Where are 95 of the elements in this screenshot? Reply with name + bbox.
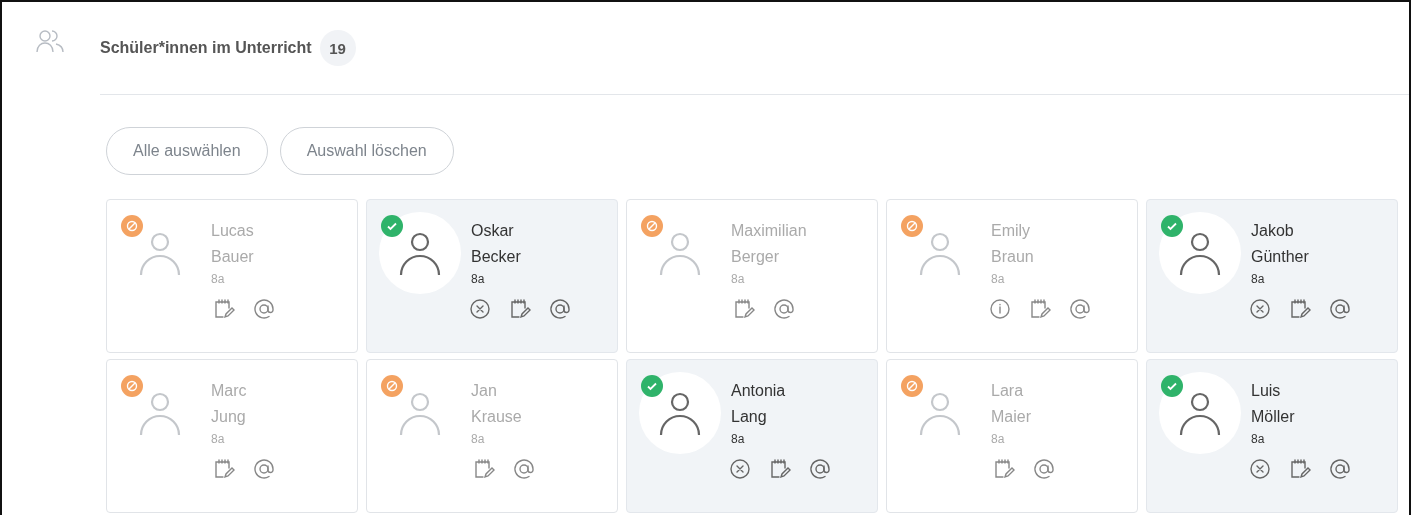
info-icon bbox=[988, 297, 1012, 321]
notepad-pencil-icon bbox=[768, 457, 792, 481]
section-title: Schüler*innen im Unterricht bbox=[100, 39, 312, 57]
class-label: 8a bbox=[1251, 271, 1266, 288]
at-sign-icon bbox=[512, 457, 536, 481]
class-label: 8a bbox=[471, 431, 486, 448]
close-circle-icon bbox=[468, 297, 492, 321]
check-badge-icon bbox=[1161, 215, 1183, 237]
at-sign-button[interactable] bbox=[771, 296, 797, 322]
class-label: 8a bbox=[731, 271, 746, 288]
student-card[interactable]: Lucas Bauer 8a bbox=[106, 199, 358, 353]
notepad-pencil-icon bbox=[508, 297, 532, 321]
at-sign-icon bbox=[772, 297, 796, 321]
at-sign-button[interactable] bbox=[511, 456, 537, 482]
student-first-name: Oskar bbox=[471, 221, 515, 241]
blocked-badge-icon bbox=[901, 215, 923, 237]
student-card[interactable]: Antonia Lang 8a bbox=[626, 359, 878, 513]
info-button[interactable] bbox=[987, 296, 1013, 322]
class-label: 8a bbox=[991, 431, 1006, 448]
class-label: 8a bbox=[211, 271, 226, 288]
class-label: 8a bbox=[471, 271, 486, 288]
student-last-name: Bauer bbox=[211, 247, 255, 267]
notepad-pencil-icon bbox=[992, 457, 1016, 481]
student-card[interactable]: Lara Maier 8a bbox=[886, 359, 1138, 513]
at-sign-button[interactable] bbox=[1327, 296, 1353, 322]
notepad-pencil-icon bbox=[1288, 297, 1312, 321]
blocked-badge-icon bbox=[381, 375, 403, 397]
class-label: 8a bbox=[211, 431, 226, 448]
student-last-name: Günther bbox=[1251, 247, 1310, 267]
student-card[interactable]: Jan Krause 8a bbox=[366, 359, 618, 513]
count-badge: 19 bbox=[319, 30, 356, 66]
close-circle-icon bbox=[1248, 457, 1272, 481]
blocked-badge-icon bbox=[121, 375, 143, 397]
at-sign-button[interactable] bbox=[251, 456, 277, 482]
student-last-name: Krause bbox=[471, 407, 523, 427]
class-label: 8a bbox=[1251, 431, 1266, 448]
student-last-name: Lang bbox=[731, 407, 768, 427]
notepad-pencil-icon bbox=[212, 297, 236, 321]
at-sign-button[interactable] bbox=[1031, 456, 1057, 482]
people-icon bbox=[36, 28, 64, 54]
student-last-name: Becker bbox=[471, 247, 522, 267]
check-badge-icon bbox=[381, 215, 403, 237]
close-circle-icon bbox=[1248, 297, 1272, 321]
student-card[interactable]: Oskar Becker 8a bbox=[366, 199, 618, 353]
at-sign-button[interactable] bbox=[547, 296, 573, 322]
close-circle-button[interactable] bbox=[1247, 456, 1273, 482]
student-first-name: Luis bbox=[1251, 381, 1282, 401]
clear-selection-button[interactable]: Auswahl löschen bbox=[279, 127, 454, 175]
check-badge-icon bbox=[641, 375, 663, 397]
at-sign-button[interactable] bbox=[1327, 456, 1353, 482]
student-first-name: Jakob bbox=[1251, 221, 1295, 241]
notepad-pencil-icon bbox=[732, 297, 756, 321]
student-last-name: Braun bbox=[991, 247, 1035, 267]
blocked-badge-icon bbox=[121, 215, 143, 237]
check-badge-icon bbox=[1161, 375, 1183, 397]
blocked-badge-icon bbox=[641, 215, 663, 237]
student-first-name: Lara bbox=[991, 381, 1025, 401]
close-circle-button[interactable] bbox=[467, 296, 493, 322]
student-card[interactable]: Marc Jung 8a bbox=[106, 359, 358, 513]
blocked-badge-icon bbox=[901, 375, 923, 397]
student-last-name: Möller bbox=[1251, 407, 1296, 427]
student-first-name: Maximilian bbox=[731, 221, 807, 241]
notepad-pencil-icon bbox=[472, 457, 496, 481]
at-sign-icon bbox=[1328, 457, 1352, 481]
at-sign-icon bbox=[548, 297, 572, 321]
select-all-button[interactable]: Alle auswählen bbox=[106, 127, 268, 175]
student-card[interactable]: Maximilian Berger 8a bbox=[626, 199, 878, 353]
at-sign-button[interactable] bbox=[1067, 296, 1093, 322]
student-card[interactable]: Luis Möller 8a bbox=[1146, 359, 1398, 513]
at-sign-icon bbox=[1068, 297, 1092, 321]
student-last-name: Maier bbox=[991, 407, 1032, 427]
student-last-name: Berger bbox=[731, 247, 781, 267]
at-sign-icon bbox=[252, 297, 276, 321]
at-sign-icon bbox=[1328, 297, 1352, 321]
student-first-name: Lucas bbox=[211, 221, 255, 241]
student-first-name: Emily bbox=[991, 221, 1032, 241]
class-label: 8a bbox=[731, 431, 746, 448]
at-sign-icon bbox=[252, 457, 276, 481]
at-sign-button[interactable] bbox=[807, 456, 833, 482]
student-card[interactable]: Emily Braun 8a bbox=[886, 199, 1138, 353]
at-sign-icon bbox=[1032, 457, 1056, 481]
at-sign-button[interactable] bbox=[251, 296, 277, 322]
notepad-pencil-icon bbox=[212, 457, 236, 481]
notepad-pencil-icon bbox=[1288, 457, 1312, 481]
student-card[interactable]: Jakob Günther 8a bbox=[1146, 199, 1398, 353]
close-circle-button[interactable] bbox=[727, 456, 753, 482]
at-sign-icon bbox=[808, 457, 832, 481]
student-last-name: Jung bbox=[211, 407, 247, 427]
student-first-name: Jan bbox=[471, 381, 498, 401]
class-label: 8a bbox=[991, 271, 1006, 288]
close-circle-button[interactable] bbox=[1247, 296, 1273, 322]
student-first-name: Marc bbox=[211, 381, 248, 401]
student-first-name: Antonia bbox=[731, 381, 787, 401]
close-circle-icon bbox=[728, 457, 752, 481]
notepad-pencil-icon bbox=[1028, 297, 1052, 321]
